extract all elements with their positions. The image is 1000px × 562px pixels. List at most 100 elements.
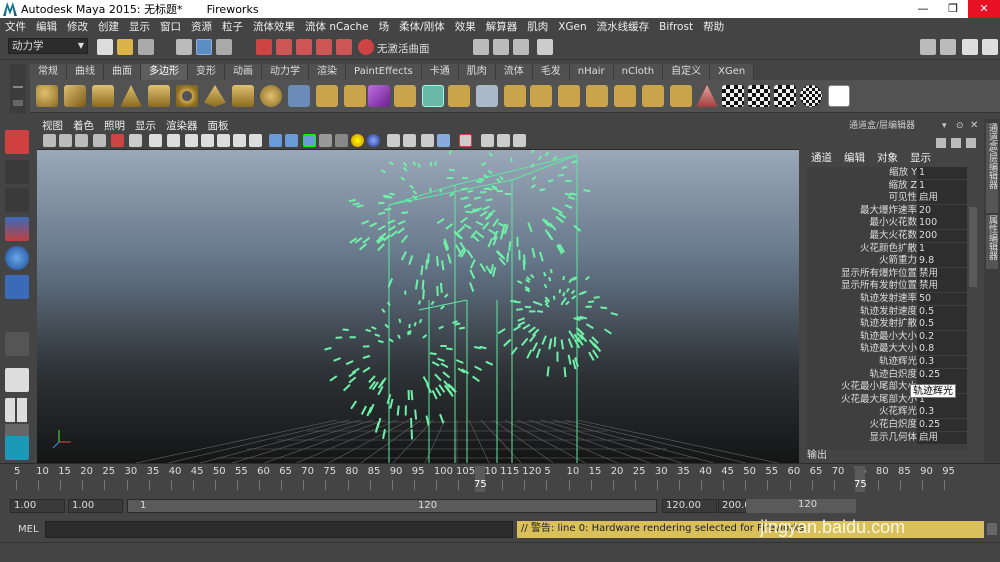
snap-grid-icon[interactable] bbox=[256, 39, 272, 55]
camera-attributes-icon[interactable] bbox=[59, 134, 72, 147]
hypergraph-layout-icon[interactable] bbox=[5, 436, 29, 460]
field-chart-icon[interactable] bbox=[217, 134, 230, 147]
poly-cube-icon[interactable] bbox=[64, 85, 86, 107]
scale-tool-icon[interactable] bbox=[5, 275, 29, 299]
menu-solvers[interactable]: 解算器 bbox=[481, 19, 523, 34]
select-object-icon[interactable] bbox=[196, 39, 212, 55]
snap-curve-icon[interactable] bbox=[276, 39, 292, 55]
menu-xgen[interactable]: XGen bbox=[553, 21, 591, 33]
ipr-render-icon[interactable] bbox=[493, 39, 509, 55]
channel-value-field[interactable]: 100 bbox=[917, 217, 967, 230]
shelf-tab-fur[interactable]: 毛发 bbox=[532, 64, 570, 80]
planar-mapping-icon[interactable] bbox=[722, 85, 744, 107]
select-hierarchy-icon[interactable] bbox=[176, 39, 192, 55]
channel-row[interactable]: 轨迹白炽度 0.25 bbox=[807, 368, 967, 382]
boolean-intersection-icon[interactable] bbox=[448, 85, 470, 107]
resolution-gate-icon[interactable] bbox=[185, 134, 198, 147]
shelf-tab-painteffects[interactable]: PaintEffects bbox=[346, 64, 422, 80]
automatic-mapping-icon[interactable] bbox=[800, 85, 822, 107]
vp-menu-panels[interactable]: 面板 bbox=[203, 119, 234, 133]
channel-row[interactable]: 轨迹发射速率 50 bbox=[807, 293, 967, 306]
menu-display[interactable]: 显示 bbox=[124, 19, 155, 34]
poly-sphere-icon[interactable] bbox=[36, 85, 58, 107]
shelf-tabs-icon[interactable] bbox=[13, 100, 23, 106]
grid-toggle-icon[interactable] bbox=[149, 134, 162, 147]
bevel-icon[interactable] bbox=[614, 85, 636, 107]
close-button[interactable]: ✕ bbox=[968, 0, 1000, 18]
move-tool-icon[interactable] bbox=[5, 217, 29, 241]
channel-value-field[interactable]: 0.3 bbox=[917, 406, 967, 419]
menu-window[interactable]: 窗口 bbox=[155, 19, 186, 34]
xray-icon[interactable] bbox=[387, 134, 400, 147]
command-input[interactable] bbox=[45, 521, 513, 538]
shelf-tab-nhair[interactable]: nHair bbox=[569, 64, 614, 80]
channel-row[interactable]: 显示所有发射位置 禁用 bbox=[807, 280, 967, 293]
channel-row[interactable]: 轨迹最大大小 0.8 bbox=[807, 343, 967, 356]
select-component-icon[interactable] bbox=[216, 39, 232, 55]
extrude-icon[interactable] bbox=[504, 85, 526, 107]
shelf-tab-rendering[interactable]: 渲染 bbox=[309, 64, 346, 80]
float-panel-icon[interactable]: ⊙ bbox=[956, 121, 964, 131]
restore-button[interactable]: ❐ bbox=[938, 0, 968, 18]
channel-row[interactable]: 最大爆炸速率 20 bbox=[807, 204, 967, 218]
menu-assets[interactable]: 资源 bbox=[186, 19, 217, 34]
vp-menu-renderer[interactable]: 渲染器 bbox=[161, 119, 203, 133]
menu-bifrost[interactable]: Bifrost bbox=[654, 21, 698, 33]
select-camera-icon[interactable] bbox=[43, 134, 56, 147]
vp-menu-view[interactable]: 视图 bbox=[37, 119, 68, 133]
poly-prism-icon[interactable] bbox=[232, 85, 254, 107]
textured-icon[interactable] bbox=[319, 134, 332, 147]
channel-value-field[interactable]: 0.3 bbox=[917, 356, 967, 368]
side-tab-attribute-editor[interactable]: 属性编辑器 bbox=[986, 215, 998, 269]
shelf-tab-toon[interactable]: 卡通 bbox=[421, 64, 459, 80]
hud-icon[interactable] bbox=[481, 134, 494, 147]
poly-soccer-ball-icon[interactable] bbox=[260, 85, 282, 107]
menu-muscle[interactable]: 肌肉 bbox=[522, 19, 553, 34]
isolate-select-icon[interactable] bbox=[459, 134, 472, 147]
channel-value-field[interactable]: 9.8 bbox=[917, 255, 967, 268]
channel-value-field[interactable]: 禁用 bbox=[917, 280, 967, 293]
menu-edit[interactable]: 编辑 bbox=[31, 19, 62, 34]
channel-box-toggle-icon[interactable] bbox=[982, 39, 998, 55]
live-surface-icon[interactable] bbox=[358, 39, 374, 55]
channel-row[interactable]: 显示几何体 启用 bbox=[807, 431, 967, 445]
poly-cylinder-icon[interactable] bbox=[92, 85, 114, 107]
cb-menu-show[interactable]: 显示 bbox=[904, 150, 937, 165]
channel-row[interactable]: 最小火花数 100 bbox=[807, 217, 967, 230]
shelf-tab-animation[interactable]: 动画 bbox=[225, 64, 262, 80]
bookmarks-icon[interactable] bbox=[75, 134, 88, 147]
wireframe-icon[interactable] bbox=[269, 134, 282, 147]
combine-icon[interactable] bbox=[288, 85, 310, 107]
channel-row[interactable]: 轨迹发射扩散 0.5 bbox=[807, 318, 967, 331]
new-scene-icon[interactable] bbox=[97, 39, 113, 55]
fill-hole-icon[interactable] bbox=[586, 85, 608, 107]
shelf-menu-icon[interactable] bbox=[13, 86, 23, 88]
split-polygon-icon[interactable] bbox=[670, 85, 692, 107]
channel-box-attr-icon[interactable] bbox=[951, 138, 961, 148]
xray-joints-icon[interactable] bbox=[403, 134, 416, 147]
channel-value-field[interactable]: 20 bbox=[917, 204, 967, 217]
last-tool-icon[interactable] bbox=[5, 332, 29, 356]
uv-texture-editor-icon[interactable] bbox=[828, 85, 850, 107]
menu-set-dropdown[interactable]: 动力学 ▼ bbox=[8, 38, 88, 54]
ambient-occlusion-icon[interactable] bbox=[437, 134, 450, 147]
channel-row[interactable]: 火花白炽度 0.25 bbox=[807, 419, 967, 432]
gate-mask-icon[interactable] bbox=[201, 134, 214, 147]
channel-value-field[interactable]: 0.25 bbox=[917, 419, 967, 431]
shelf-tab-deformation[interactable]: 变形 bbox=[188, 64, 225, 80]
menu-particles[interactable]: 粒子 bbox=[217, 19, 248, 34]
tool-settings-toggle-icon[interactable] bbox=[962, 39, 978, 55]
shelf-tab-fluids[interactable]: 流体 bbox=[495, 64, 533, 80]
menu-fields[interactable]: 场 bbox=[374, 19, 395, 34]
shelf-tab-muscle[interactable]: 肌肉 bbox=[458, 64, 496, 80]
channel-value-field[interactable]: 1 bbox=[917, 179, 967, 192]
image-plane-icon[interactable] bbox=[93, 134, 106, 147]
hypershade-icon[interactable] bbox=[537, 39, 553, 55]
close-panel-icon[interactable]: ✕ bbox=[970, 120, 978, 131]
channel-row[interactable]: 火花颜色扩散 1 bbox=[807, 242, 967, 256]
vp-menu-lighting[interactable]: 照明 bbox=[99, 119, 130, 133]
shelf-tab-xgen[interactable]: XGen bbox=[710, 64, 755, 80]
channel-row[interactable]: 最大火花数 200 bbox=[807, 230, 967, 243]
channel-value-field[interactable]: 启用 bbox=[917, 431, 967, 444]
menu-soft-rigid[interactable]: 柔体/刚体 bbox=[394, 19, 450, 34]
